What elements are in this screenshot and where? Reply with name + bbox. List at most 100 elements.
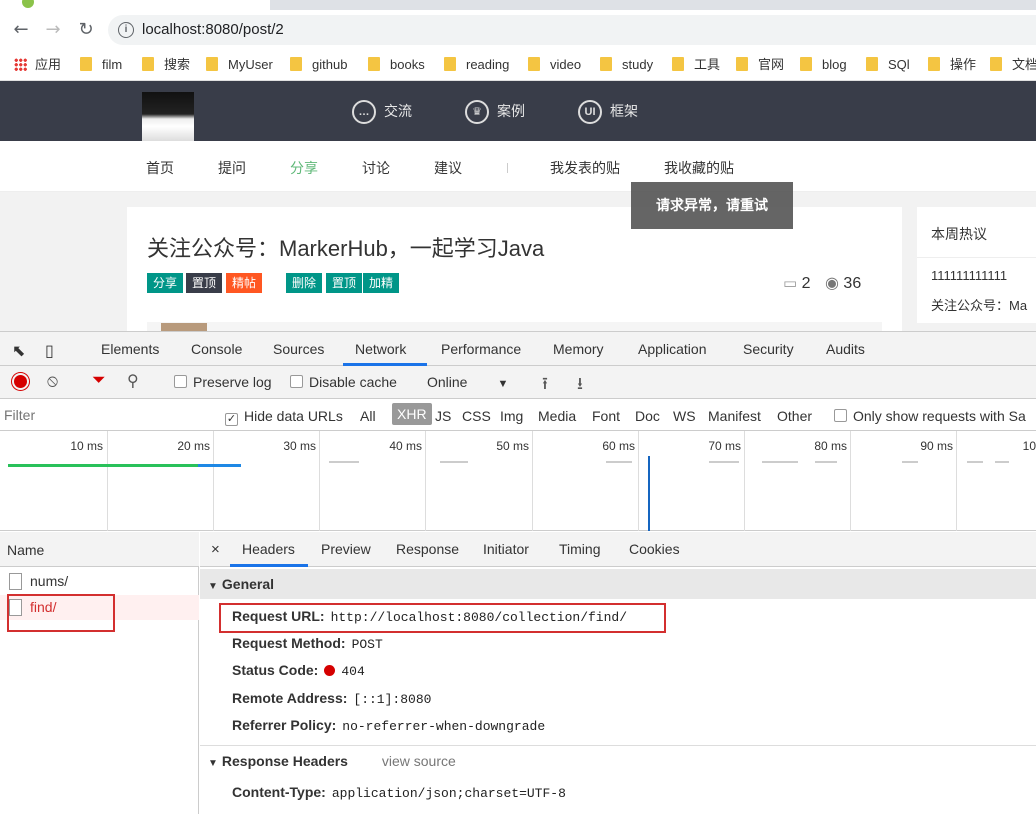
subnav-my-favorites[interactable]: 我收藏的贴 — [664, 158, 734, 178]
bookmark-tools[interactable]: 工具 — [672, 55, 720, 75]
name-column-header[interactable]: Name — [0, 532, 199, 567]
tab-initiator[interactable]: Initiator — [483, 541, 529, 557]
hide-data-urls-checkbox[interactable]: ✓ Hide data URLs — [225, 408, 343, 426]
browser-tab[interactable] — [0, 0, 270, 10]
tab-elements[interactable]: Elements — [101, 341, 159, 357]
topnav-chat[interactable]: … 交流 — [352, 98, 412, 125]
bookmark-blog[interactable]: blog — [800, 55, 847, 75]
clear-icon[interactable]: ⦸ — [47, 371, 58, 391]
search-icon[interactable]: ⚲ — [127, 371, 139, 391]
filter-img[interactable]: Img — [500, 408, 523, 424]
set-featured-button[interactable]: 加精 — [363, 273, 400, 293]
filter-manifest[interactable]: Manifest — [708, 408, 761, 424]
export-har-icon[interactable]: ⭳ — [577, 371, 583, 400]
device-toolbar-icon[interactable]: ▯ — [45, 341, 54, 361]
inspect-icon[interactable]: ⬉ — [12, 341, 25, 361]
reload-icon[interactable]: ↻ — [75, 19, 97, 41]
bookmark-books[interactable]: books — [368, 55, 425, 75]
request-row[interactable]: nums/ — [0, 569, 199, 594]
filter-doc[interactable]: Doc — [635, 408, 660, 424]
bookmark-official[interactable]: 官网 — [736, 55, 784, 75]
avatar[interactable] — [161, 323, 207, 331]
filter-font[interactable]: Font — [592, 408, 620, 424]
import-har-icon[interactable]: ⭱ — [542, 371, 548, 400]
tab-security[interactable]: Security — [743, 341, 794, 357]
apps-grid-icon — [14, 58, 27, 71]
bookmark-operate[interactable]: 操作 — [928, 55, 976, 75]
back-icon[interactable]: ← — [10, 19, 32, 41]
tab-performance[interactable]: Performance — [441, 341, 521, 357]
bookmark-sql[interactable]: SQl — [866, 55, 910, 75]
timing-bar-gray — [902, 461, 918, 463]
filter-css[interactable]: CSS — [462, 408, 491, 424]
record-icon[interactable] — [12, 373, 29, 390]
checkmark-icon: ✓ — [225, 413, 238, 426]
tab-timing[interactable]: Timing — [559, 541, 601, 557]
close-icon[interactable]: × — [211, 541, 220, 558]
bookmark-docs[interactable]: 文档 — [990, 55, 1036, 75]
filter-ws[interactable]: WS — [673, 408, 696, 424]
topnav-framework[interactable]: UI 框架 — [578, 98, 638, 125]
filter-all[interactable]: All — [360, 408, 376, 424]
filter-xhr[interactable]: XHR — [392, 403, 432, 425]
subnav-ask[interactable]: 提问 — [218, 158, 246, 178]
tab-memory[interactable]: Memory — [553, 341, 604, 357]
folder-icon — [672, 57, 684, 71]
tab-application[interactable]: Application — [638, 341, 707, 357]
site-logo[interactable] — [142, 92, 194, 141]
filter-other[interactable]: Other — [777, 408, 812, 424]
subnav-suggest[interactable]: 建议 — [434, 158, 462, 178]
throttle-select[interactable]: Online ▼ — [427, 374, 508, 390]
info-icon[interactable]: i — [118, 22, 134, 38]
folder-icon — [800, 57, 812, 71]
hot-topics-card: 本周热议 111111111111 关注公众号：Ma — [917, 207, 1036, 323]
request-list: Name nums/ find/ — [0, 532, 199, 814]
grid-line — [213, 431, 214, 531]
network-timeline[interactable]: 10 ms 20 ms 30 ms 40 ms 50 ms 60 ms 70 m… — [0, 431, 1036, 531]
tab-cookies[interactable]: Cookies — [629, 541, 680, 557]
set-top-button[interactable]: 置顶 — [326, 273, 363, 293]
bookmark-study[interactable]: study — [600, 55, 653, 75]
hot-topic-item[interactable]: 关注公众号：Ma — [931, 295, 1027, 314]
subnav-discuss[interactable]: 讨论 — [362, 158, 390, 178]
disable-cache-checkbox[interactable]: Disable cache — [290, 374, 397, 390]
bookmark-video[interactable]: video — [528, 55, 581, 75]
delete-button[interactable]: 删除 — [286, 273, 323, 293]
subnav-my-posts[interactable]: 我发表的贴 — [550, 158, 620, 178]
tab-preview[interactable]: Preview — [321, 541, 371, 557]
address-url[interactable]: localhost:8080/post/2 — [142, 21, 284, 38]
topnav-cases[interactable]: ♛ 案例 — [465, 98, 525, 125]
filter-js[interactable]: JS — [435, 408, 451, 424]
response-headers-section-header[interactable]: ▼ Response Headers view source — [200, 746, 1036, 776]
document-icon — [9, 573, 22, 590]
tab-network[interactable]: Network — [355, 341, 406, 357]
highlight-box — [7, 594, 115, 632]
bookmark-reading[interactable]: reading — [444, 55, 509, 75]
favicon-icon — [22, 0, 34, 8]
bookmark-apps[interactable]: 应用 — [14, 55, 61, 75]
general-section-header[interactable]: ▼ General — [200, 569, 1036, 599]
view-source-link[interactable]: view source — [382, 753, 456, 769]
bookmark-film[interactable]: film — [80, 55, 122, 75]
folder-icon — [206, 57, 218, 71]
tab-response[interactable]: Response — [396, 541, 459, 557]
tab-audits[interactable]: Audits — [826, 341, 865, 357]
bookmark-search[interactable]: 搜索 — [142, 55, 190, 75]
filter-input[interactable] — [4, 404, 209, 426]
filter-icon[interactable]: ⏷ — [92, 370, 106, 390]
subnav-home[interactable]: 首页 — [146, 158, 174, 178]
triangle-down-icon: ▼ — [208, 581, 218, 592]
tab-console[interactable]: Console — [191, 341, 242, 357]
tab-sources[interactable]: Sources — [273, 341, 324, 357]
address-bar[interactable]: i localhost:8080/post/2 — [108, 15, 1036, 45]
only-show-checkbox[interactable]: Only show requests with Sa — [834, 408, 1026, 424]
subnav-share[interactable]: 分享 — [290, 158, 318, 178]
filter-media[interactable]: Media — [538, 408, 576, 424]
bookmark-myuser[interactable]: MyUser — [206, 55, 273, 75]
grid-line — [850, 431, 851, 531]
hot-topic-item[interactable]: 111111111111 — [931, 268, 1007, 283]
preserve-log-checkbox[interactable]: Preserve log — [174, 374, 272, 390]
bookmark-github[interactable]: github — [290, 55, 347, 75]
forward-icon[interactable]: → — [42, 19, 64, 41]
tab-headers[interactable]: Headers — [242, 541, 295, 557]
